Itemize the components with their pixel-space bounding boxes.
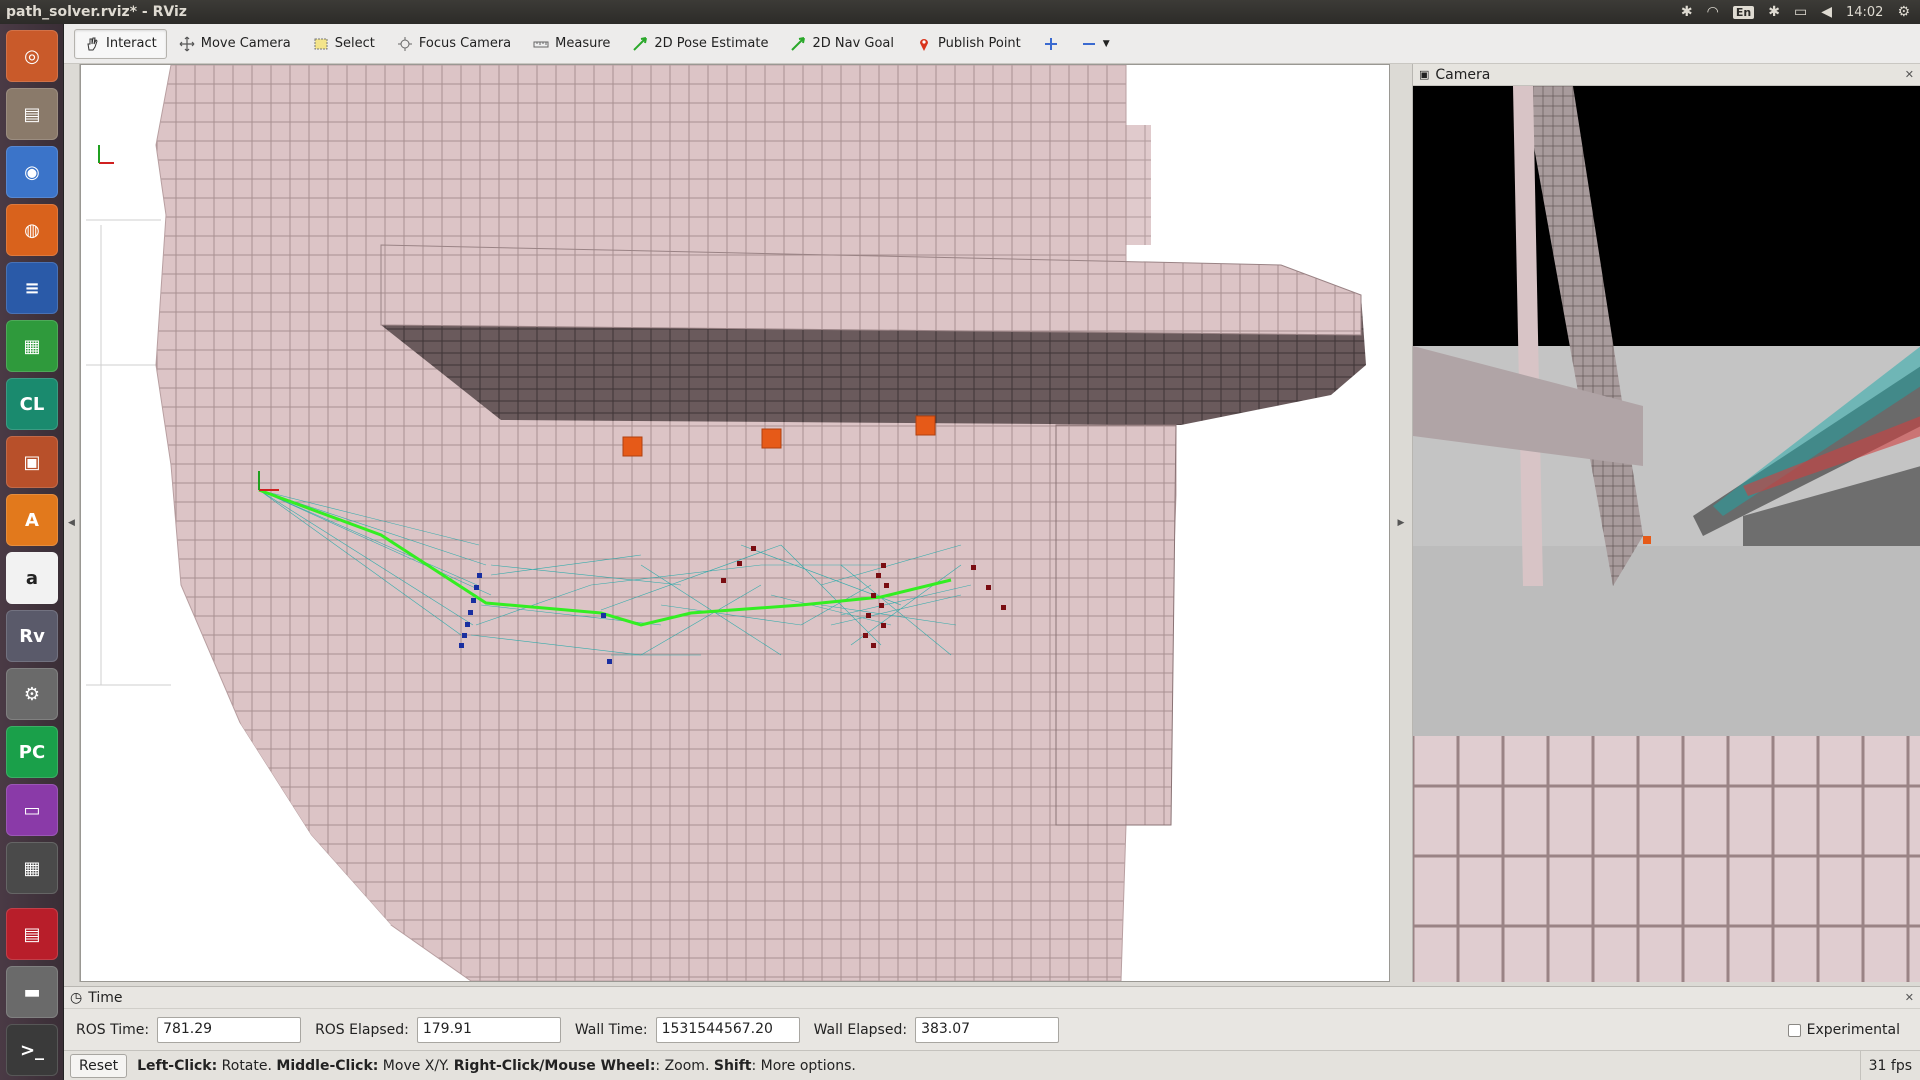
bluetooth-status-icon[interactable]: ✱ xyxy=(1768,4,1780,20)
ros-elapsed-label: ROS Elapsed: xyxy=(315,1022,409,1038)
drive-icon[interactable]: ▬ xyxy=(6,966,58,1018)
tool-2d-pose-estimate[interactable]: 2D Pose Estimate xyxy=(622,29,778,59)
focus-camera-icon xyxy=(397,36,412,51)
calc-icon[interactable]: ▦ xyxy=(6,320,58,372)
time-fields: ROS Time: 781.29 ROS Elapsed: 179.91 Wal… xyxy=(64,1009,1920,1051)
writer-icon[interactable]: ≡ xyxy=(6,262,58,314)
ros-elapsed-field[interactable]: 179.91 xyxy=(416,1017,561,1043)
amazon-icon[interactable]: a xyxy=(6,552,58,604)
close-icon[interactable]: ✕ xyxy=(1905,68,1914,81)
status-bar: Reset Left-Click: Rotate. Middle-Click: … xyxy=(64,1050,1920,1080)
pycharm-icon[interactable]: PC xyxy=(6,726,58,778)
camera-icon: ▣ xyxy=(1419,68,1430,81)
time-panel-title: Time xyxy=(88,989,123,1006)
software-center-icon[interactable]: A xyxy=(6,494,58,546)
clock[interactable]: 14:02 xyxy=(1846,5,1883,20)
chrome-icon[interactable]: ◉ xyxy=(6,146,58,198)
waypoint-marker xyxy=(761,428,782,449)
hand-icon xyxy=(87,37,98,50)
tool-2d-nav-goal[interactable]: 2D Nav Goal xyxy=(780,29,904,59)
select-icon xyxy=(314,38,328,49)
experimental-toggle[interactable]: Experimental xyxy=(1787,1022,1920,1038)
tool-move-camera[interactable]: Move Camera xyxy=(169,29,301,59)
red-app-icon[interactable]: ▤ xyxy=(6,908,58,960)
measure-icon xyxy=(533,41,549,47)
settings-gear-icon[interactable]: ⚙ xyxy=(1897,4,1910,20)
tool-interact[interactable]: Interact xyxy=(74,28,167,59)
minus-icon xyxy=(1082,42,1095,45)
camera-panel-header: ▣ Camera ✕ xyxy=(1413,64,1920,86)
tool-select[interactable]: Select xyxy=(303,29,385,59)
rviz-3d-view[interactable] xyxy=(80,64,1390,982)
move-camera-icon xyxy=(179,36,195,51)
camera-panel: ▣ Camera ✕ xyxy=(1412,64,1920,982)
origin-axes xyxy=(98,145,114,164)
pose-estimate-icon xyxy=(633,36,648,51)
tool-measure[interactable]: Measure xyxy=(523,29,620,59)
time-panel-header: ◷ Time ✕ xyxy=(64,987,1920,1009)
plus-icon xyxy=(1044,37,1057,50)
right-dock-collapse-handle[interactable]: ▶ xyxy=(1390,64,1412,982)
wall-time-field[interactable]: 1531544567.20 xyxy=(655,1017,800,1043)
close-icon[interactable]: ✕ xyxy=(1905,991,1914,1004)
clock-icon: ◷ xyxy=(70,989,83,1006)
reset-button[interactable]: Reset xyxy=(70,1053,128,1078)
launcher-dock: ◎ ▤ ◉ ◍ ≡ ▦ CL ▣ A a Rv ⚙ PC ▭ ▦ ▤ ▬ >_ xyxy=(0,24,64,1080)
fps-counter: 31 fps xyxy=(1859,1051,1920,1080)
clion-icon[interactable]: CL xyxy=(6,378,58,430)
remove-tool-button[interactable]: ▼ xyxy=(1071,29,1120,59)
experimental-checkbox[interactable] xyxy=(1787,1023,1801,1037)
battery-icon[interactable]: ▭ xyxy=(1794,4,1807,20)
ubuntu-dash-icon[interactable]: ◎ xyxy=(6,30,58,82)
camera-image-view[interactable] xyxy=(1413,86,1920,982)
keyboard-layout-indicator[interactable]: En xyxy=(1732,5,1755,19)
add-tool-button[interactable] xyxy=(1033,29,1069,59)
time-panel: ◷ Time ✕ ROS Time: 781.29 ROS Elapsed: 1… xyxy=(64,986,1920,1050)
system-tray: ✱ ◠ En ✱ ▭ ◀ 14:02 ⚙ xyxy=(1681,4,1920,20)
rviz-toolbar: Interact Move Camera Select Focus Camera… xyxy=(64,24,1920,64)
files-icon[interactable]: ▤ xyxy=(6,88,58,140)
wifi-icon[interactable]: ◠ xyxy=(1707,4,1719,20)
firefox-icon[interactable]: ◍ xyxy=(6,204,58,256)
experimental-label: Experimental xyxy=(1806,1022,1900,1038)
bluetooth-icon[interactable]: ✱ xyxy=(1681,4,1693,20)
waypoint-marker xyxy=(915,415,936,436)
publish-point-icon xyxy=(920,38,929,51)
voxel-map-render xyxy=(86,65,1366,981)
window-title: path_solver.rviz* - RViz xyxy=(6,4,187,20)
mouse-help-text: Left-Click: Rotate. Middle-Click: Move X… xyxy=(137,1057,856,1074)
left-dock-collapse-handle[interactable]: ◀ xyxy=(64,64,80,982)
waypoint-marker xyxy=(622,436,643,457)
ros-time-label: ROS Time: xyxy=(76,1022,150,1038)
system-settings-icon[interactable]: ⚙ xyxy=(6,668,58,720)
camera-panel-title: Camera xyxy=(1435,66,1491,83)
tool-publish-point[interactable]: Publish Point xyxy=(906,29,1031,59)
camera-render xyxy=(1413,86,1920,982)
chevron-down-icon: ▼ xyxy=(1102,38,1110,49)
terminal-icon[interactable]: >_ xyxy=(6,1024,58,1076)
impress-icon[interactable]: ▣ xyxy=(6,436,58,488)
workspace-switcher-icon[interactable]: ▦ xyxy=(6,842,58,894)
volume-icon[interactable]: ◀ xyxy=(1821,4,1832,20)
tool-focus-camera[interactable]: Focus Camera xyxy=(387,29,521,59)
nav-goal-icon xyxy=(791,36,806,51)
wall-elapsed-field[interactable]: 383.07 xyxy=(915,1017,1060,1043)
ros-time-field[interactable]: 781.29 xyxy=(157,1017,302,1043)
wall-elapsed-label: Wall Elapsed: xyxy=(813,1022,908,1038)
rviz-icon[interactable]: Rv xyxy=(6,610,58,662)
wall-time-label: Wall Time: xyxy=(574,1022,648,1038)
app-window-icon[interactable]: ▭ xyxy=(6,784,58,836)
top-panel: path_solver.rviz* - RViz ✱ ◠ En ✱ ▭ ◀ 14… xyxy=(0,0,1920,24)
